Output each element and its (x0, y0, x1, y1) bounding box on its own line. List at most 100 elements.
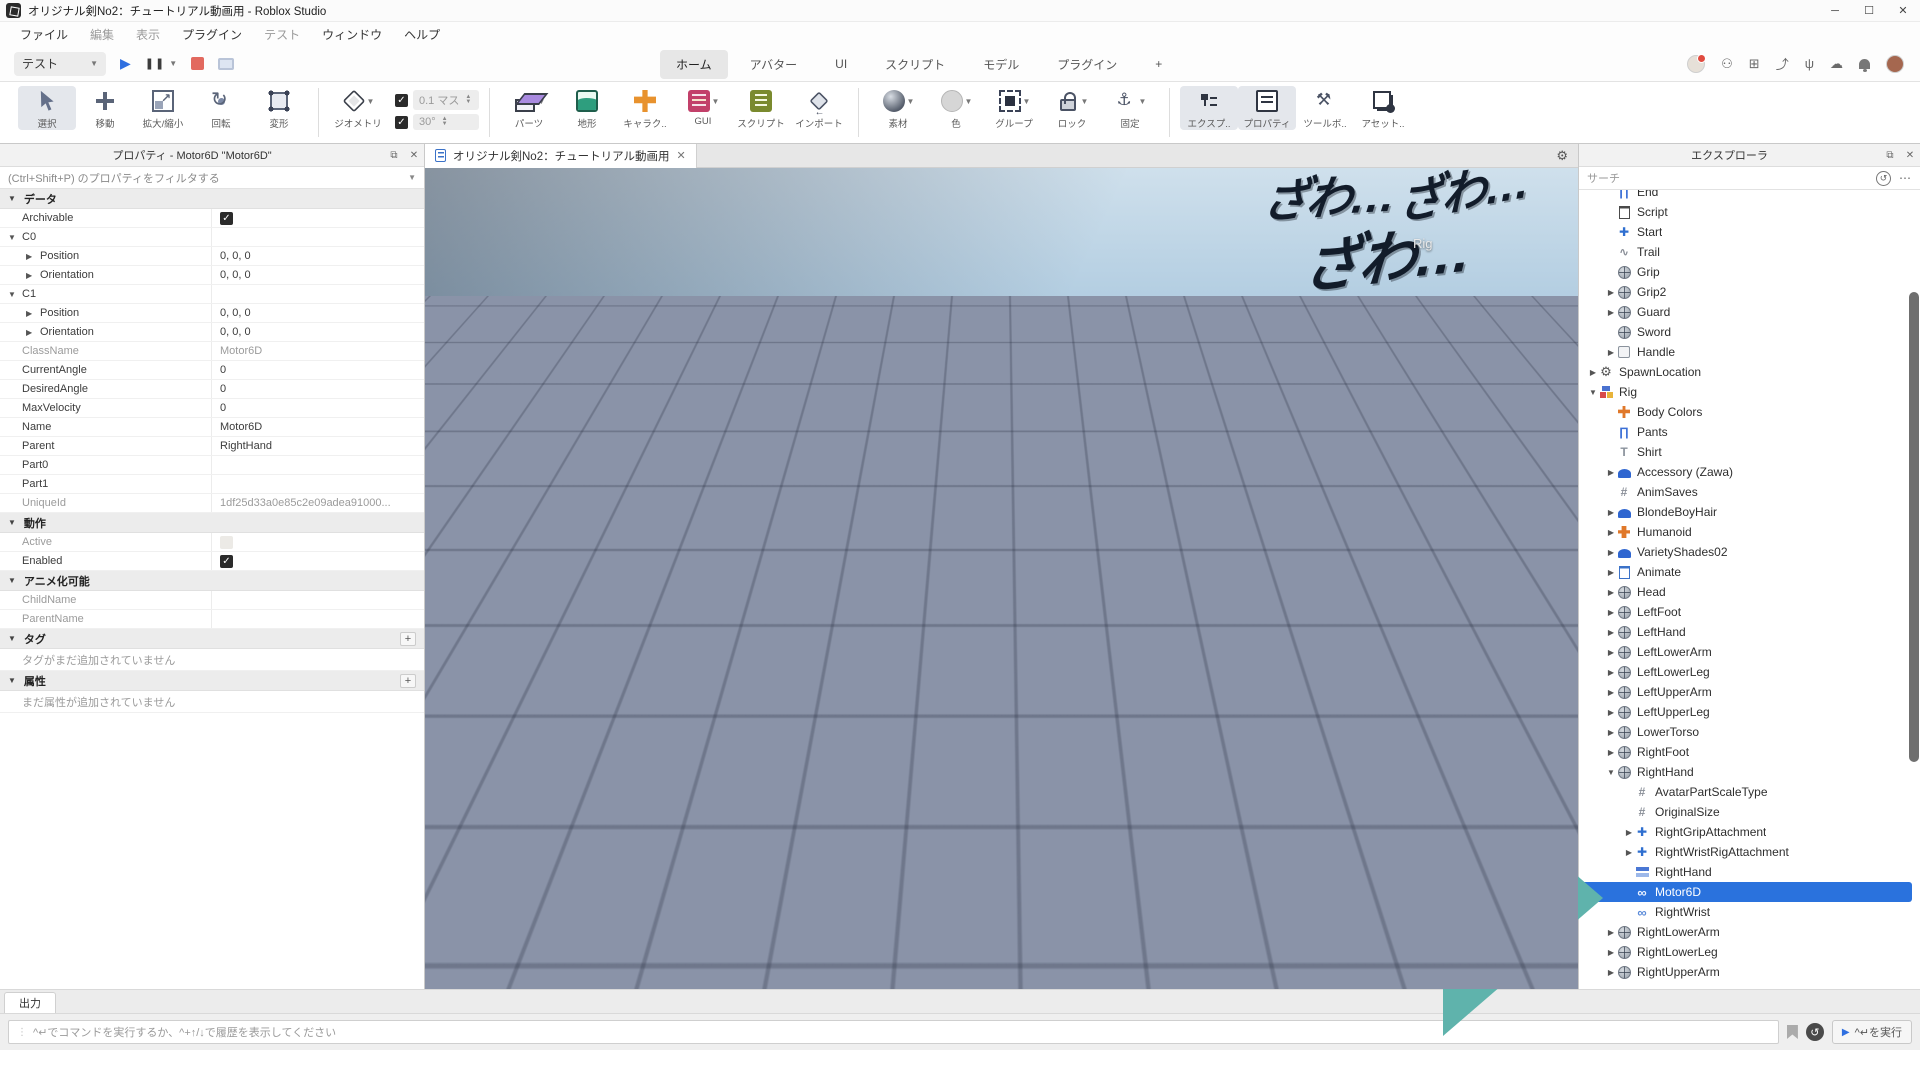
expander-icon[interactable]: ▶ (1605, 348, 1617, 357)
tree-item-blondeboyhair[interactable]: ▶BlondeBoyHair (1579, 502, 1920, 522)
expander-icon[interactable]: ▶ (1605, 968, 1617, 977)
expander-icon[interactable]: ▼ (1605, 768, 1617, 777)
expander-icon[interactable]: ▶ (1605, 508, 1617, 517)
property-row[interactable]: ClassNameMotor6D (0, 342, 424, 361)
snap-checkbox[interactable]: ✓ (395, 116, 408, 129)
command-history-icon[interactable]: ↺ (1806, 1023, 1824, 1041)
property-value[interactable]: 1df25d33a0e85c2e09adea91000... (212, 497, 424, 509)
tree-item-rightlowerleg[interactable]: ▶RightLowerLeg (1579, 942, 1920, 962)
property-checkbox[interactable]: ✓ (220, 212, 233, 225)
user-avatar[interactable] (1886, 55, 1904, 73)
menu-item[interactable]: プラグイン (172, 23, 252, 46)
expander-icon[interactable]: ▶ (1605, 288, 1617, 297)
close-button[interactable]: ✕ (1886, 0, 1920, 21)
tree-item-lowertorso[interactable]: ▶LowerTorso (1579, 722, 1920, 742)
property-section-header[interactable]: ▼動作 (0, 513, 424, 533)
viewport-settings-gear-icon[interactable]: ⚙ (1556, 148, 1568, 164)
ribbon-tab[interactable]: スクリプト (869, 50, 961, 79)
close-icon[interactable]: ✕ (1900, 150, 1920, 161)
tree-item-trail[interactable]: ∿Trail (1579, 242, 1920, 262)
expander-icon[interactable]: ▶ (1605, 308, 1617, 317)
toolbar-button[interactable]: アセット.. (1354, 86, 1412, 130)
expander-icon[interactable]: ▶ (1605, 748, 1617, 757)
stop-button[interactable] (191, 57, 204, 70)
snap-checkbox[interactable]: ✓ (395, 94, 408, 107)
property-row[interactable]: ▶Position0, 0, 0 (0, 304, 424, 323)
toolbar-button[interactable]: ▼色 (927, 86, 985, 130)
tree-item-leftupperarm[interactable]: ▶LeftUpperArm (1579, 682, 1920, 702)
menu-item[interactable]: 表示 (126, 23, 170, 46)
cloud-icon[interactable]: ☁ (1830, 56, 1843, 72)
property-row[interactable]: Enabled✓ (0, 552, 424, 571)
ribbon-tab[interactable]: モデル (967, 50, 1035, 79)
tab-close-icon[interactable]: ✕ (676, 149, 685, 162)
menu-item[interactable]: ヘルプ (394, 23, 450, 46)
minimize-button[interactable]: ─ (1818, 0, 1852, 21)
test-mode-dropdown[interactable]: テスト ▼ (14, 52, 106, 76)
row-expander-icon[interactable]: ▶ (26, 271, 40, 280)
property-value[interactable]: 0 (212, 364, 424, 376)
pause-button[interactable]: ❚❚▼ (145, 57, 177, 70)
property-row[interactable]: ▼C1 (0, 285, 424, 304)
property-row[interactable]: ▶Orientation0, 0, 0 (0, 323, 424, 342)
toolbar-button[interactable]: 拡大/縮小 (134, 86, 192, 130)
property-value[interactable]: Motor6D (212, 345, 424, 357)
property-row[interactable]: DesiredAngle0 (0, 380, 424, 399)
output-tab[interactable]: 出力 (4, 992, 56, 1013)
tree-item-guard[interactable]: ▶Guard (1579, 302, 1920, 322)
share-icon[interactable]: ⤴ (1776, 54, 1789, 73)
property-checkbox[interactable]: ✓ (220, 555, 233, 568)
row-expander-icon[interactable]: ▶ (26, 252, 40, 261)
property-value[interactable]: 0 (212, 402, 424, 414)
tree-item-animate[interactable]: ▶Animate (1579, 562, 1920, 582)
menu-item[interactable]: 編集 (80, 23, 124, 46)
section-expander-icon[interactable]: ▼ (8, 676, 16, 685)
snap-value-stepper[interactable]: 30°▲▼ (413, 114, 479, 130)
expander-icon[interactable]: ▶ (1605, 708, 1617, 717)
rig-character[interactable] (1240, 298, 1470, 713)
property-row[interactable]: ▼C0 (0, 228, 424, 247)
tree-item-animsaves[interactable]: #AnimSaves (1579, 482, 1920, 502)
add-button[interactable]: + (400, 674, 416, 688)
geometry-snap-button[interactable]: ▼ジオメトリ (329, 86, 387, 130)
layout-icon[interactable]: ⊞ (1749, 56, 1760, 72)
ribbon-tab[interactable]: アバター (734, 50, 814, 79)
toolbar-button[interactable]: 選択 (18, 86, 76, 130)
expander-icon[interactable]: ▶ (1587, 368, 1599, 377)
popout-icon[interactable]: ⧉ (384, 150, 404, 161)
more-options-icon[interactable]: ⋯ (1899, 171, 1912, 185)
toolbar-button[interactable]: キャラク.. (616, 86, 674, 130)
add-button[interactable]: + (400, 632, 416, 646)
tree-item-righthand[interactable]: ▼RightHand (1579, 762, 1920, 782)
tree-item-script[interactable]: Script (1579, 202, 1920, 222)
property-value[interactable]: ✓ (212, 212, 424, 225)
property-row[interactable]: ParentRightHand (0, 437, 424, 456)
tree-item-sword[interactable]: Sword (1579, 322, 1920, 342)
expander-icon[interactable]: ▶ (1605, 668, 1617, 677)
tree-item-leftupperleg[interactable]: ▶LeftUpperLeg (1579, 702, 1920, 722)
property-row[interactable]: CurrentAngle0 (0, 361, 424, 380)
toolbar-button[interactable]: 地形 (558, 86, 616, 130)
expander-icon[interactable]: ▶ (1605, 928, 1617, 937)
tree-item-head[interactable]: ▶Head (1579, 582, 1920, 602)
tree-item-handle[interactable]: ▶Handle (1579, 342, 1920, 362)
tree-item-body-colors[interactable]: Body Colors (1579, 402, 1920, 422)
history-icon[interactable]: ↺ (1876, 171, 1891, 186)
tree-item-leftlowerarm[interactable]: ▶LeftLowerArm (1579, 642, 1920, 662)
tree-item-shirt[interactable]: TShirt (1579, 442, 1920, 462)
toolbar-button[interactable]: 回転 (192, 86, 250, 130)
expander-icon[interactable]: ▶ (1605, 528, 1617, 537)
property-row[interactable]: ▶Orientation0, 0, 0 (0, 266, 424, 285)
toolbar-button[interactable]: ▼グループ (985, 86, 1043, 130)
tree-item-humanoid[interactable]: ▶Humanoid (1579, 522, 1920, 542)
ribbon-tab[interactable]: プラグイン (1041, 50, 1133, 79)
property-value[interactable]: ✓ (212, 555, 424, 568)
run-command-button[interactable]: ▶ ^↵を実行 (1832, 1020, 1912, 1044)
expander-icon[interactable]: ▶ (1605, 588, 1617, 597)
section-expander-icon[interactable]: ▼ (8, 576, 16, 585)
tree-item-avatarpartscaletype[interactable]: #AvatarPartScaleType (1579, 782, 1920, 802)
property-row[interactable]: NameMotor6D (0, 418, 424, 437)
maximize-button[interactable]: ☐ (1852, 0, 1886, 21)
stepper-arrows-icon[interactable]: ▲▼ (465, 95, 471, 105)
property-value[interactable]: 0, 0, 0 (212, 307, 424, 319)
